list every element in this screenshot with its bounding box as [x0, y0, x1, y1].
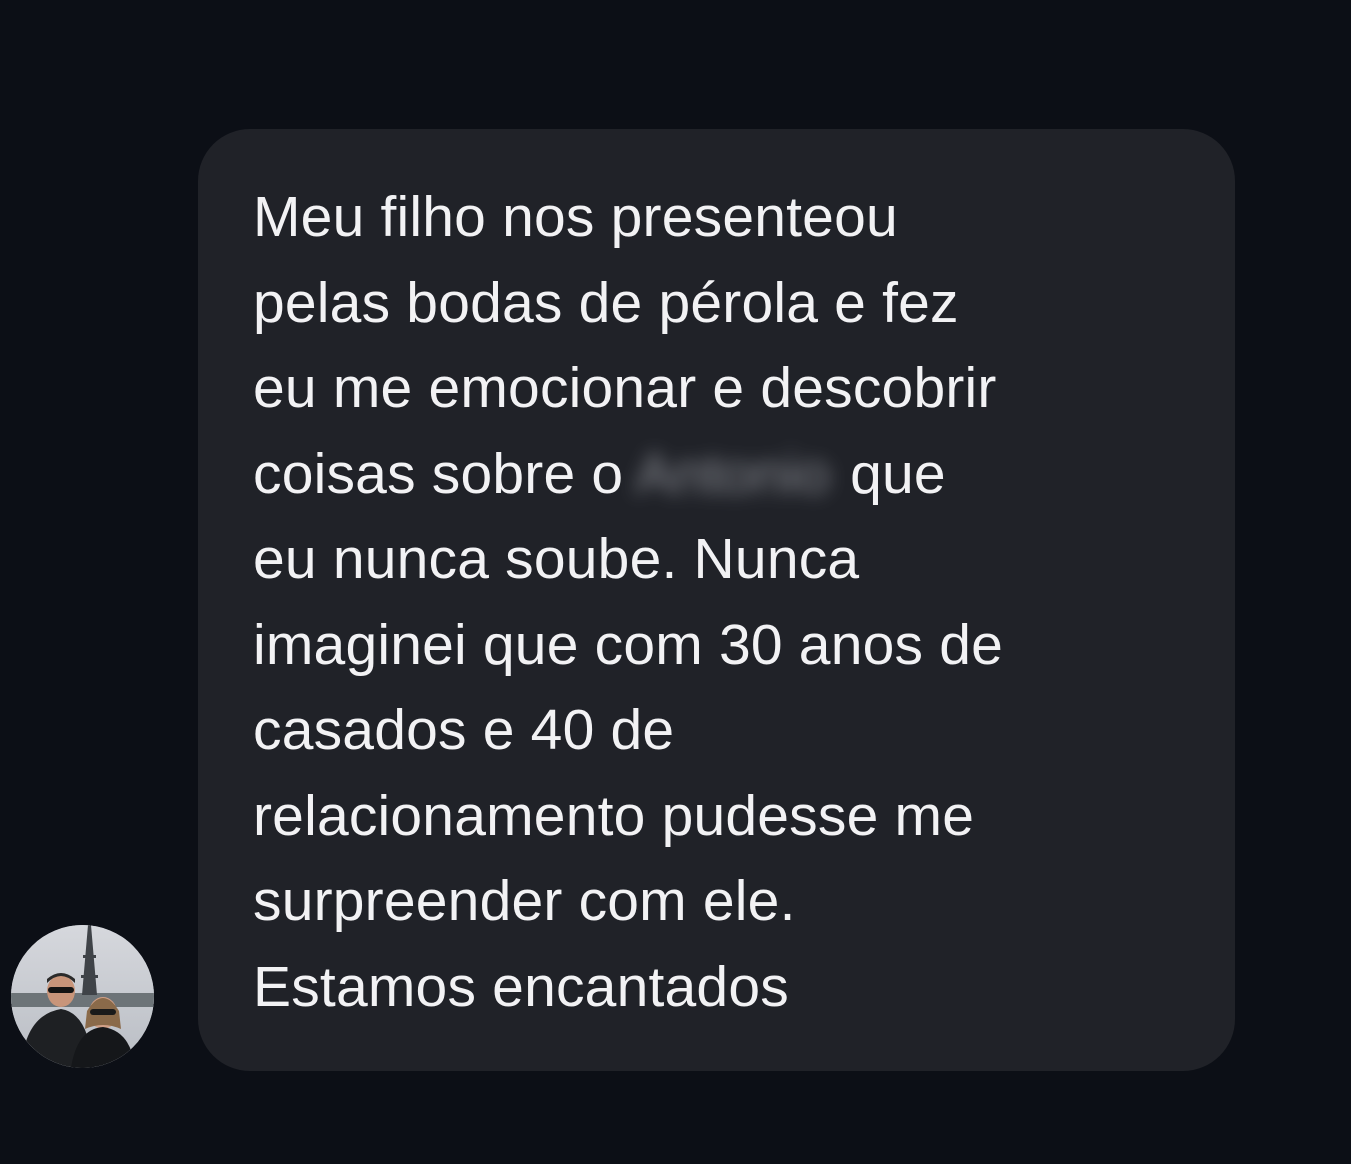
message-line: surpreender com ele.	[253, 869, 796, 933]
message-bubble[interactable]: Meu filho nos presenteou pelas bodas de …	[198, 129, 1235, 1071]
message-line-part: que	[850, 441, 946, 506]
message-line: Estamos encantados	[253, 954, 789, 1019]
message-line-part: coisas sobre o	[253, 441, 624, 506]
message-line: relacionamento pudesse me	[253, 783, 975, 848]
message-line: eu nunca soube. Nunca	[253, 527, 860, 591]
profile-photo-avatar-icon	[11, 925, 154, 1068]
sender-avatar[interactable]	[11, 925, 154, 1068]
message-line: Meu filho nos presenteou	[253, 185, 898, 249]
redacted-name: Antonio	[635, 441, 831, 506]
message-line: imaginei que com 30 anos de	[253, 612, 1004, 677]
message-line: casados e 40 de	[253, 698, 675, 762]
message-line-with-redaction: coisas sobre o Antonio que	[253, 432, 1213, 518]
chat-thread: Meu filho nos presenteou pelas bodas de …	[0, 0, 1351, 1164]
message-line: eu me emocionar e descobrir	[253, 356, 997, 420]
message-line: pelas bodas de pérola e fez	[253, 270, 959, 335]
message-text: Meu filho nos presenteou pelas bodas de …	[253, 175, 1213, 1030]
